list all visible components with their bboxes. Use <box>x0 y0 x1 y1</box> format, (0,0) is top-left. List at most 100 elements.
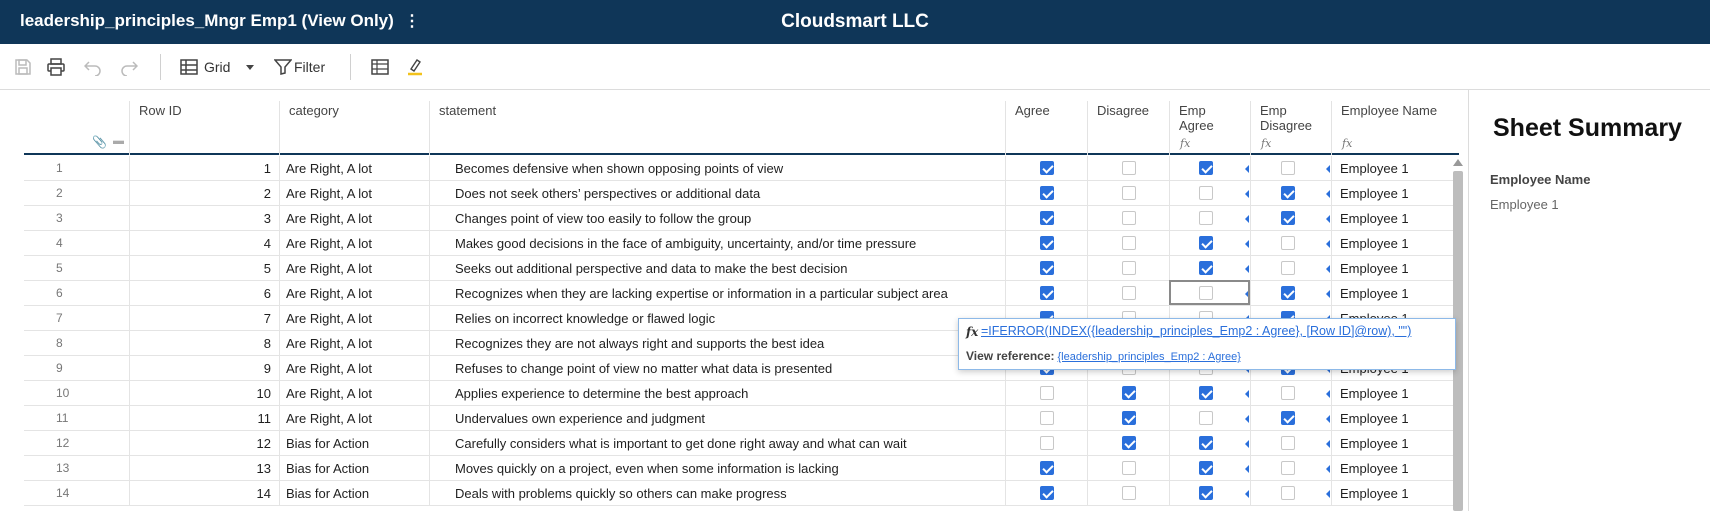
cell-category[interactable]: Bias for Action <box>279 456 429 481</box>
checkbox[interactable] <box>1281 436 1295 450</box>
checkbox[interactable] <box>1122 161 1136 175</box>
cell-emp-agree[interactable] <box>1169 456 1250 481</box>
cell-employee-name[interactable]: Employee 1 <box>1331 206 1459 231</box>
cell-statement[interactable]: Makes good decisions in the face of ambi… <box>429 231 1005 256</box>
save-icon[interactable] <box>14 54 32 80</box>
col-header-emp-agree[interactable]: Emp Agree fx <box>1169 101 1250 155</box>
cell-agree[interactable] <box>1005 281 1087 306</box>
cell-category[interactable]: Are Right, A lot <box>279 281 429 306</box>
checkbox[interactable] <box>1281 211 1295 225</box>
cell-statement[interactable]: Undervalues own experience and judgment <box>429 406 1005 431</box>
checkbox[interactable] <box>1122 486 1136 500</box>
cell-employee-name[interactable]: Employee 1 <box>1331 256 1459 281</box>
cell-statement[interactable]: Recognizes they are not always right and… <box>429 331 1005 356</box>
checkbox[interactable] <box>1040 211 1054 225</box>
checkbox[interactable] <box>1281 461 1295 475</box>
checkbox[interactable] <box>1122 461 1136 475</box>
table-row[interactable]: 11 11 Are Right, A lot Undervalues own expe… <box>24 406 1459 431</box>
checkbox[interactable] <box>1199 411 1213 425</box>
selected-cell[interactable] <box>1169 280 1250 305</box>
table-row[interactable]: 13 13 Bias for Action Moves quickly on a pr… <box>24 456 1459 481</box>
checkbox[interactable] <box>1281 411 1295 425</box>
cell-agree[interactable] <box>1005 181 1087 206</box>
cell-row-id[interactable]: 12 <box>129 431 279 456</box>
view-switcher[interactable]: Grid <box>180 54 255 80</box>
checkbox[interactable] <box>1281 486 1295 500</box>
table-row[interactable]: 1 1 Are Right, A lot Becomes defensive when… <box>24 156 1459 181</box>
cell-row-id[interactable]: 4 <box>129 231 279 256</box>
checkbox[interactable] <box>1281 386 1295 400</box>
table-row[interactable]: 12 12 Bias for Action Carefully considers w… <box>24 431 1459 456</box>
cell-agree[interactable] <box>1005 481 1087 506</box>
checkbox[interactable] <box>1040 236 1054 250</box>
cell-emp-disagree[interactable] <box>1250 456 1331 481</box>
cell-disagree[interactable] <box>1087 206 1169 231</box>
table-row[interactable]: 3 3 Are Right, A lot Changes point of view … <box>24 206 1459 231</box>
col-header-agree[interactable]: Agree <box>1005 101 1087 155</box>
highlight-icon[interactable] <box>406 54 424 80</box>
table-row[interactable]: 10 10 Are Right, A lot Applies experience t… <box>24 381 1459 406</box>
cell-employee-name[interactable]: Employee 1 <box>1331 181 1459 206</box>
cell-disagree[interactable] <box>1087 281 1169 306</box>
cell-emp-disagree[interactable] <box>1250 481 1331 506</box>
checkbox[interactable] <box>1122 236 1136 250</box>
checkbox[interactable] <box>1281 161 1295 175</box>
checkbox[interactable] <box>1281 236 1295 250</box>
table-row[interactable]: 4 4 Are Right, A lot Makes good decisions i… <box>24 231 1459 256</box>
cell-employee-name[interactable]: Employee 1 <box>1331 456 1459 481</box>
view-reference-link[interactable]: {leadership_principles_Emp2 : Agree} <box>1058 351 1241 363</box>
cell-emp-disagree[interactable] <box>1250 231 1331 256</box>
col-header-employee-name[interactable]: Employee Name fx <box>1331 101 1459 155</box>
checkbox[interactable] <box>1199 486 1213 500</box>
summary-field-value[interactable]: Employee 1 <box>1490 197 1559 212</box>
cell-row-id[interactable]: 7 <box>129 306 279 331</box>
cell-agree[interactable] <box>1005 156 1087 181</box>
formula-link[interactable]: =IFERROR(INDEX({leadership_principles_Em… <box>981 324 1411 338</box>
cell-statement[interactable]: Does not seek others’ perspectives or ad… <box>429 181 1005 206</box>
cell-emp-agree[interactable] <box>1169 256 1250 281</box>
print-icon[interactable] <box>46 54 66 80</box>
checkbox[interactable] <box>1281 286 1295 300</box>
cell-disagree[interactable] <box>1087 181 1169 206</box>
checkbox[interactable] <box>1199 186 1213 200</box>
cell-employee-name[interactable]: Employee 1 <box>1331 406 1459 431</box>
cell-emp-disagree[interactable] <box>1250 431 1331 456</box>
checkbox[interactable] <box>1199 261 1213 275</box>
cell-statement[interactable]: Relies on incorrect knowledge or flawed … <box>429 306 1005 331</box>
cell-employee-name[interactable]: Employee 1 <box>1331 431 1459 456</box>
checkbox[interactable] <box>1040 411 1054 425</box>
cell-category[interactable]: Are Right, A lot <box>279 306 429 331</box>
cell-disagree[interactable] <box>1087 481 1169 506</box>
cell-category[interactable]: Are Right, A lot <box>279 206 429 231</box>
checkbox[interactable] <box>1040 186 1054 200</box>
undo-icon[interactable] <box>84 54 102 80</box>
table-icon[interactable] <box>371 54 389 80</box>
cell-disagree[interactable] <box>1087 431 1169 456</box>
checkbox[interactable] <box>1199 236 1213 250</box>
table-row[interactable]: 5 5 Are Right, A lot Seeks out additional p… <box>24 256 1459 281</box>
filter-button[interactable]: Filter <box>274 54 325 80</box>
cell-emp-agree[interactable] <box>1169 181 1250 206</box>
checkbox[interactable] <box>1199 211 1213 225</box>
cell-row-id[interactable]: 6 <box>129 281 279 306</box>
cell-row-id[interactable]: 5 <box>129 256 279 281</box>
cell-category[interactable]: Are Right, A lot <box>279 331 429 356</box>
table-row[interactable]: 14 14 Bias for Action Deals with problems q… <box>24 481 1459 506</box>
cell-emp-disagree[interactable] <box>1250 281 1331 306</box>
cell-emp-agree[interactable] <box>1169 481 1250 506</box>
checkbox[interactable] <box>1122 186 1136 200</box>
cell-disagree[interactable] <box>1087 406 1169 431</box>
cell-category[interactable]: Are Right, A lot <box>279 156 429 181</box>
checkbox[interactable] <box>1122 211 1136 225</box>
cell-statement[interactable]: Seeks out additional perspective and dat… <box>429 256 1005 281</box>
checkbox[interactable] <box>1281 261 1295 275</box>
cell-row-id[interactable]: 14 <box>129 481 279 506</box>
cell-emp-disagree[interactable] <box>1250 181 1331 206</box>
checkbox[interactable] <box>1199 461 1213 475</box>
cell-disagree[interactable] <box>1087 256 1169 281</box>
cell-statement[interactable]: Becomes defensive when shown opposing po… <box>429 156 1005 181</box>
cell-row-id[interactable]: 3 <box>129 206 279 231</box>
redo-icon[interactable] <box>120 54 138 80</box>
checkbox[interactable] <box>1040 461 1054 475</box>
checkbox[interactable] <box>1199 436 1213 450</box>
